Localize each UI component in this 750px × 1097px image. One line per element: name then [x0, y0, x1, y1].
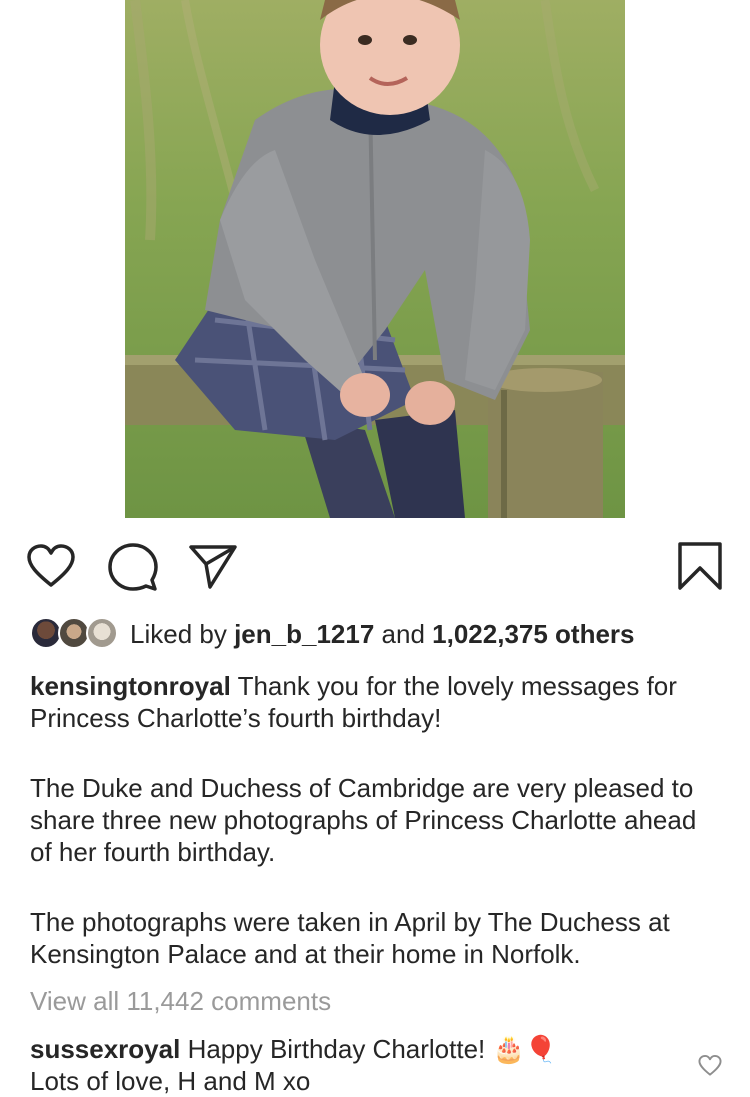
comment-line-2: Lots of love, H and M xo	[30, 1066, 311, 1096]
caption-username-link[interactable]: kensingtonroyal	[30, 671, 231, 701]
likes-text: Liked by jen_b_1217 and 1,022,375 others	[130, 619, 635, 650]
like-button[interactable]	[26, 542, 76, 592]
comment-item: sussexroyal Happy Birthday Charlotte! 🎂🎈…	[30, 1033, 670, 1097]
comment-line: sussexroyal Happy Birthday Charlotte! 🎂🎈	[30, 1033, 670, 1065]
heart-icon	[698, 1054, 722, 1076]
comment-button[interactable]	[108, 542, 158, 592]
post-photo[interactable]	[125, 0, 625, 518]
comment-bubble-icon	[108, 543, 158, 591]
post-actions-bar	[0, 530, 750, 600]
likes-count-link[interactable]: 1,022,375 others	[432, 619, 634, 649]
likes-row: Liked by jen_b_1217 and 1,022,375 others	[30, 616, 635, 652]
save-button[interactable]	[676, 542, 726, 592]
photo-illustration	[125, 0, 625, 518]
likes-joiner: and	[381, 618, 425, 649]
likes-prefix: Liked by	[130, 618, 227, 649]
view-all-comments-link[interactable]: View all 11,442 comments	[30, 986, 331, 1017]
liker-username-link[interactable]: jen_b_1217	[234, 619, 374, 649]
caption-paragraph: The photographs were taken in April by T…	[30, 907, 670, 969]
caption-line: kensingtonroyal Thank you for the lovely…	[30, 670, 720, 734]
post-caption: kensingtonroyal Thank you for the lovely…	[30, 670, 720, 970]
avatar[interactable]	[86, 617, 118, 649]
bookmark-icon	[678, 542, 722, 590]
caption-paragraph: The Duke and Duchess of Cambridge are ve…	[30, 773, 697, 867]
paper-plane-icon	[189, 545, 237, 589]
share-button[interactable]	[188, 542, 238, 592]
comment-like-button[interactable]	[698, 1054, 722, 1078]
liker-avatars[interactable]	[30, 616, 122, 652]
comment-username-link[interactable]: sussexroyal	[30, 1034, 180, 1064]
comment-text: Happy Birthday Charlotte! 🎂🎈	[187, 1034, 558, 1064]
heart-icon	[27, 544, 75, 587]
